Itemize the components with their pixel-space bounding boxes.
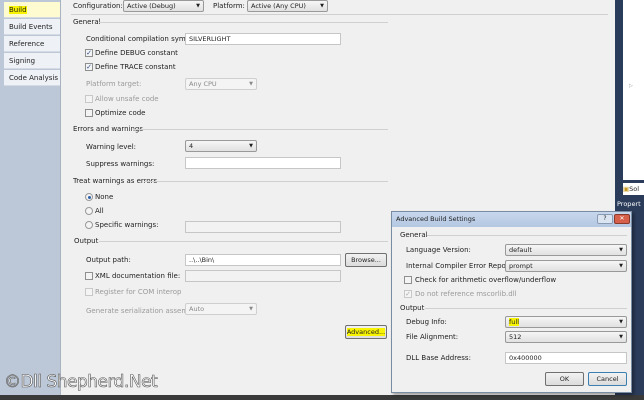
chevron-down-icon: ▼ [619,247,623,253]
debug-info-label: Debug Info: [406,318,447,326]
chevron-down-icon: ▼ [619,334,623,340]
configuration-label: Configuration: [73,2,123,10]
radio-all[interactable] [85,207,93,215]
suppress-input[interactable] [185,157,341,169]
mscorlib-checkbox[interactable]: ✓ [404,290,412,298]
xml-doc-checkbox[interactable] [85,272,93,280]
radio-all-label: All [95,207,104,215]
serialization-label: Generate serialization assembly: [86,307,201,315]
overflow-label: Check for arithmetic overflow/underflow [415,276,557,284]
debug-checkbox[interactable]: ✓ [85,49,93,57]
dialog-title: Advanced Build Settings [392,212,631,227]
mscorlib-label: Do not reference mscorlib.dll [415,290,517,298]
platform-target-label: Platform target: [86,80,142,88]
trace-label: Define TRACE constant [95,63,176,71]
output-path-input[interactable]: ..\..\Bin\ [185,254,341,266]
chevron-down-icon: ▼ [249,81,253,87]
dll-base-address-label: DLL Base Address: [406,354,471,362]
xml-doc-input[interactable] [185,270,341,282]
radio-none[interactable] [85,193,93,201]
symbols-input[interactable]: SILVERLIGHT [185,33,341,45]
section-general: General [73,18,101,26]
property-tabs: Build Build Events Reference Paths Signi… [0,0,60,395]
debug-info-dropdown[interactable]: full ▼ [505,316,627,328]
arrow-icon: ▷ [629,83,633,89]
chevron-down-icon: ▼ [249,306,253,312]
unsafe-label: Allow unsafe code [95,95,159,103]
platform-dropdown[interactable]: Active (Any CPU) ▼ [247,0,328,12]
file-alignment-dropdown[interactable]: 512 ▼ [505,331,627,343]
browse-button[interactable]: Browse... [345,253,387,267]
optimize-checkbox[interactable] [85,109,93,117]
advanced-button[interactable]: Advanced... [345,325,387,339]
dll-base-address-input[interactable]: 0x400000 [505,352,627,364]
radio-specific-label: Specific warnings: [95,221,159,229]
chevron-down-icon: ▼ [196,3,200,9]
tab-code-analysis[interactable]: Code Analysis [4,70,60,86]
section-output: Output [74,237,99,245]
help-button[interactable]: ? [597,214,613,224]
overflow-checkbox[interactable] [404,276,412,284]
xml-doc-label: XML documentation file: [95,272,181,280]
debug-label: Define DEBUG constant [95,49,178,57]
platform-value: Active (Any CPU) [251,2,306,10]
warning-level-label: Warning level: [86,143,137,151]
radio-specific[interactable] [85,221,93,229]
language-version-dropdown[interactable]: default ▼ [505,244,627,256]
dialog-section-output: Output [400,304,425,312]
close-icon: ✕ [619,215,625,222]
advanced-build-settings-dialog: Advanced Build Settings ? ✕ General Lang… [391,211,632,393]
platform-target-dropdown[interactable]: Any CPU ▼ [185,78,257,90]
solution-explorer-tab[interactable]: ▣Sol [623,183,644,195]
file-alignment-label: File Alignment: [406,333,459,341]
chevron-down-icon: ▼ [619,263,623,269]
serialization-dropdown[interactable]: Auto ▼ [185,303,257,315]
configuration-dropdown[interactable]: Active (Debug) ▼ [123,0,204,12]
platform-label: Platform: [213,2,245,10]
tab-build[interactable]: Build [4,2,60,18]
specific-warnings-input[interactable] [185,221,341,233]
suppress-label: Suppress warnings: [86,160,155,168]
tab-build-events[interactable]: Build Events [4,19,60,35]
close-button[interactable]: ✕ [614,214,630,224]
com-interop-label: Register for COM interop [95,288,182,296]
language-version-label: Language Version: [406,246,471,254]
watermark: ©Dll Shepherd.Net [4,372,158,393]
unsafe-checkbox[interactable] [85,95,93,103]
output-path-label: Output path: [86,256,131,264]
ice-reporting-dropdown[interactable]: prompt ▼ [505,260,627,272]
ok-button[interactable]: OK [545,372,584,386]
chevron-down-icon: ▼ [619,319,623,325]
chevron-down-icon: ▼ [320,3,324,9]
warning-level-dropdown[interactable]: 4 ▼ [185,140,257,152]
cancel-button[interactable]: Cancel [588,372,627,386]
com-interop-checkbox[interactable] [85,288,93,296]
dialog-section-general: General [400,231,428,239]
radio-none-label: None [95,193,114,201]
chevron-down-icon: ▼ [249,143,253,149]
trace-checkbox[interactable]: ✓ [85,63,93,71]
tab-signing[interactable]: Signing [4,53,60,69]
tab-reference-paths[interactable]: Reference Paths [4,36,60,64]
properties-tab[interactable]: Propert [617,198,644,210]
configuration-value: Active (Debug) [127,2,176,10]
optimize-label: Optimize code [95,109,146,117]
